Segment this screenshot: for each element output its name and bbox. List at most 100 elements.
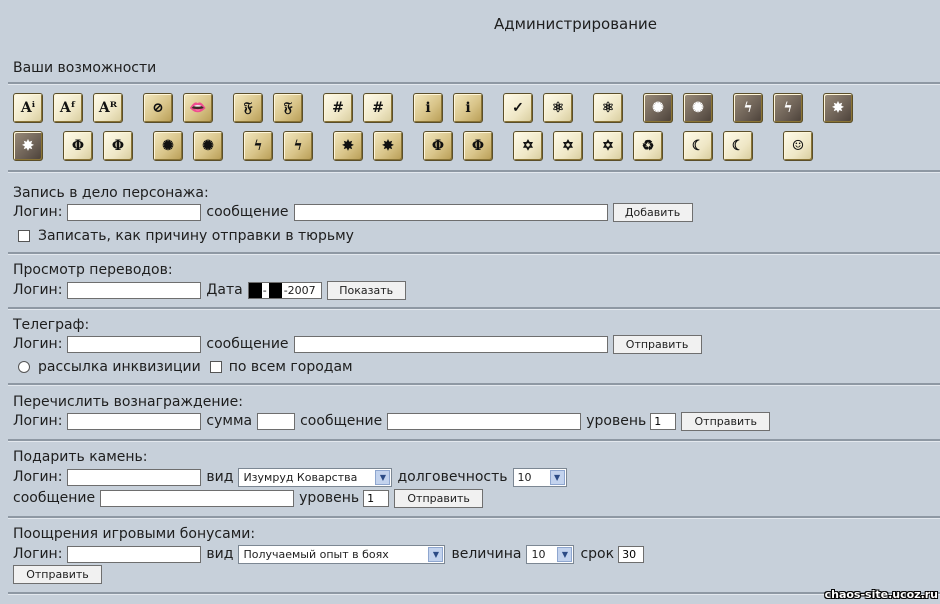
atom-icon[interactable]: ⚛ bbox=[543, 93, 573, 123]
inquisition-radio-label: рассылка инквизиции bbox=[38, 359, 201, 375]
page-title: Администрирование bbox=[494, 15, 658, 33]
record-section-title: Запись в дело персонажа: bbox=[13, 185, 209, 201]
bonus-send-button[interactable]: Отправить bbox=[13, 565, 102, 584]
hash-green-icon[interactable]: # bbox=[363, 93, 393, 123]
record-login-input[interactable] bbox=[67, 203, 202, 221]
telegraph-section-title: Телеграф: bbox=[13, 317, 90, 333]
plus-moon-icon[interactable]: ☾ bbox=[683, 131, 713, 161]
stone-section-title: Подарить камень: bbox=[13, 449, 148, 465]
bonus-type-value: Получаемый опыт в боях bbox=[243, 547, 389, 561]
character-fight-icon[interactable]: Aᶠ bbox=[53, 93, 83, 123]
divider bbox=[8, 82, 940, 85]
divider bbox=[8, 383, 940, 386]
hash-red-icon[interactable]: # bbox=[323, 93, 353, 123]
lightning-gold-cross-icon[interactable]: ϟ bbox=[283, 131, 313, 161]
stone-type-select[interactable]: Изумруд Коварства ▼ bbox=[238, 467, 393, 487]
telegraph-login-input[interactable] bbox=[67, 335, 202, 353]
info-green-icon[interactable]: i bbox=[453, 93, 483, 123]
chevron-down-icon: ▼ bbox=[428, 546, 444, 562]
message-label: сообщение bbox=[13, 490, 96, 506]
reward-section-title: Перечислить вознаграждение: bbox=[13, 394, 243, 410]
stone-login-input[interactable] bbox=[67, 468, 202, 486]
reward-form-row: Логин: сумма сообщение уровень Отправить bbox=[13, 411, 771, 431]
divider bbox=[8, 516, 940, 519]
level-label: уровень bbox=[299, 490, 360, 506]
add-button[interactable]: Добавить bbox=[612, 202, 693, 222]
jail-checkbox[interactable] bbox=[18, 230, 30, 242]
telegraph-options-row: рассылка инквизиции по всем городам bbox=[18, 357, 353, 377]
phi-gold-cross-icon[interactable]: Φ bbox=[463, 131, 493, 161]
message-label: сообщение bbox=[206, 336, 289, 352]
telegraph-send-button[interactable]: Отправить bbox=[612, 334, 702, 354]
lightning-icon[interactable]: ϟ bbox=[733, 93, 763, 123]
watermark: chaos-site.ucoz.ru bbox=[824, 588, 938, 601]
month-input[interactable] bbox=[268, 282, 282, 298]
divider bbox=[8, 307, 940, 310]
reward-sum-input[interactable] bbox=[257, 412, 296, 430]
bonus-term-input[interactable] bbox=[618, 545, 645, 563]
telegraph-message-input[interactable] bbox=[293, 335, 608, 353]
phi-icon[interactable]: Φ bbox=[63, 131, 93, 161]
type-label: вид bbox=[206, 546, 234, 562]
star-red-icon[interactable]: ✡ bbox=[593, 131, 623, 161]
record-form-row: Логин: сообщение Добавить bbox=[13, 202, 693, 222]
chevron-down-icon: ▼ bbox=[549, 469, 565, 485]
explosion-gold-cross-icon[interactable]: ✸ bbox=[373, 131, 403, 161]
durability-select[interactable]: 10 ▼ bbox=[512, 467, 567, 487]
level-label: уровень bbox=[586, 413, 647, 429]
day-input[interactable] bbox=[248, 282, 262, 298]
person-check-icon[interactable]: ✓ bbox=[503, 93, 533, 123]
coins-icon[interactable]: ☺ bbox=[783, 131, 813, 161]
star-check-icon[interactable]: ✡ bbox=[553, 131, 583, 161]
show-button[interactable]: Показать bbox=[326, 280, 406, 300]
inquisition-radio[interactable] bbox=[18, 361, 30, 373]
person-atom-icon[interactable]: ⚛ bbox=[593, 93, 623, 123]
explosion-icon[interactable]: ✸ bbox=[823, 93, 853, 123]
spiral-icon[interactable]: ✺ bbox=[643, 93, 673, 123]
all-cities-checkbox[interactable] bbox=[209, 361, 222, 373]
divider bbox=[8, 170, 940, 173]
login-label: Логин: bbox=[13, 546, 63, 562]
type-label: вид bbox=[206, 469, 234, 485]
reward-message-input[interactable] bbox=[387, 412, 582, 430]
stone-send-button[interactable]: Отправить bbox=[394, 488, 484, 508]
spiral-cross-icon[interactable]: ✺ bbox=[683, 93, 713, 123]
login-label: Логин: bbox=[13, 282, 63, 298]
explosion-cross-icon[interactable]: ✸ bbox=[13, 131, 43, 161]
character-info-icon[interactable]: Aⁱ bbox=[13, 93, 43, 123]
explosion-gold-icon[interactable]: ✸ bbox=[333, 131, 363, 161]
divider bbox=[8, 439, 940, 442]
info-moon-icon[interactable]: ☾ bbox=[723, 131, 753, 161]
spiral-gold-icon[interactable]: ✺ bbox=[153, 131, 183, 161]
recycle-icon[interactable]: ♻ bbox=[633, 131, 663, 161]
transfers-form-row: Логин: Дата - -2007 Показать bbox=[13, 280, 406, 300]
no-silence-icon[interactable]: ⊘ bbox=[143, 93, 173, 123]
divider bbox=[8, 592, 940, 595]
reward-level-input[interactable] bbox=[650, 412, 677, 430]
login-label: Логин: bbox=[13, 336, 63, 352]
jail-checkbox-label: Записать, как причину отправки в тюрьму bbox=[38, 228, 354, 244]
forum-f-icon[interactable]: 𝔉 bbox=[233, 93, 263, 123]
bonus-login-input[interactable] bbox=[67, 545, 202, 563]
phi-cross-icon[interactable]: Φ bbox=[103, 131, 133, 161]
character-reputation-icon[interactable]: Aᴿ bbox=[93, 93, 123, 123]
star-no-icon[interactable]: ✡ bbox=[513, 131, 543, 161]
no-info-icon[interactable]: i bbox=[413, 93, 443, 123]
spiral-gold-cross-icon[interactable]: ✺ bbox=[193, 131, 223, 161]
bonus-amount-select[interactable]: 10 ▼ bbox=[526, 544, 575, 564]
transfers-login-input[interactable] bbox=[67, 281, 202, 299]
reward-login-input[interactable] bbox=[67, 412, 202, 430]
stone-message-input[interactable] bbox=[100, 489, 295, 507]
bonus-type-select[interactable]: Получаемый опыт в боях ▼ bbox=[238, 544, 446, 564]
sum-label: сумма bbox=[206, 413, 253, 429]
year-text: -2007 bbox=[283, 283, 316, 297]
lightning-gold-icon[interactable]: ϟ bbox=[243, 131, 273, 161]
reward-send-button[interactable]: Отправить bbox=[681, 411, 771, 431]
forum-f-green-icon[interactable]: 𝔉 bbox=[273, 93, 303, 123]
lightning-cross-icon[interactable]: ϟ bbox=[773, 93, 803, 123]
stone-level-input[interactable] bbox=[363, 489, 390, 507]
lips-icon[interactable]: 👄 bbox=[183, 93, 213, 123]
phi-gold-icon[interactable]: Φ bbox=[423, 131, 453, 161]
divider bbox=[8, 252, 940, 255]
record-message-input[interactable] bbox=[293, 203, 608, 221]
